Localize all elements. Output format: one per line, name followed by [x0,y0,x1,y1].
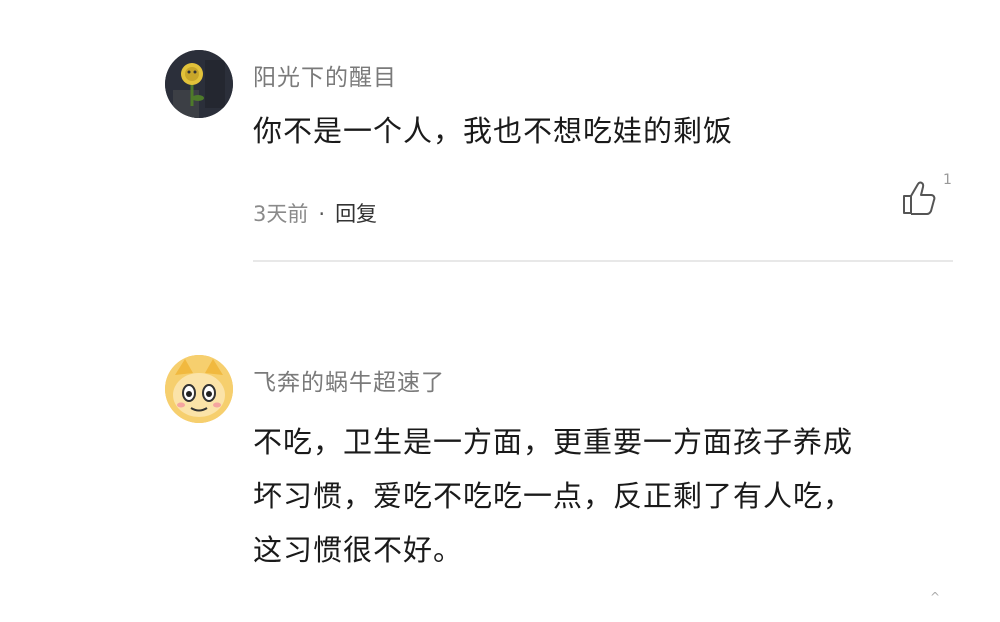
comment-item: 阳光下的醒目 你不是一个人，我也不想吃娃的剩饭 3天前 · 回复 1 [165,50,955,270]
comment-item: 飞奔的蜗牛超速了 不吃，卫生是一方面，更重要一方面孩子养成 坏习惯，爱吃不吃吃一… [165,355,955,585]
comment-time: 3天前 [253,202,309,226]
avatar[interactable] [165,50,233,118]
avatar[interactable] [165,355,233,423]
like-count: 1 [943,172,952,188]
scroll-indicator[interactable]: ^ [930,590,940,604]
comment-text: 不吃，卫生是一方面，更重要一方面孩子养成 坏习惯，爱吃不吃吃一点，反正剩了有人吃… [253,415,853,577]
username[interactable]: 阳光下的醒目 [253,58,397,92]
username[interactable]: 飞奔的蜗牛超速了 [253,363,445,397]
reply-button[interactable]: 回复 [335,202,377,226]
divider [253,260,953,262]
comment-meta: 3天前 · 回复 [253,198,377,228]
flower-avatar-icon [165,50,233,118]
thumbs-up-icon [903,181,936,215]
comment-text-line: 你不是一个人，我也不想吃娃的剩饭 [253,114,734,148]
like-button[interactable] [900,178,940,222]
meta-separator: · [318,202,326,226]
comment-text: 你不是一个人，我也不想吃娃的剩饭 [253,104,733,158]
comment-text-line: 这习惯很不好。 [253,533,464,567]
comment-text-line: 不吃，卫生是一方面，更重要一方面孩子养成 [253,425,854,459]
cartoon-face-avatar-icon [165,355,233,423]
comment-text-line: 坏习惯，爱吃不吃吃一点，反正剩了有人吃， [253,479,854,513]
